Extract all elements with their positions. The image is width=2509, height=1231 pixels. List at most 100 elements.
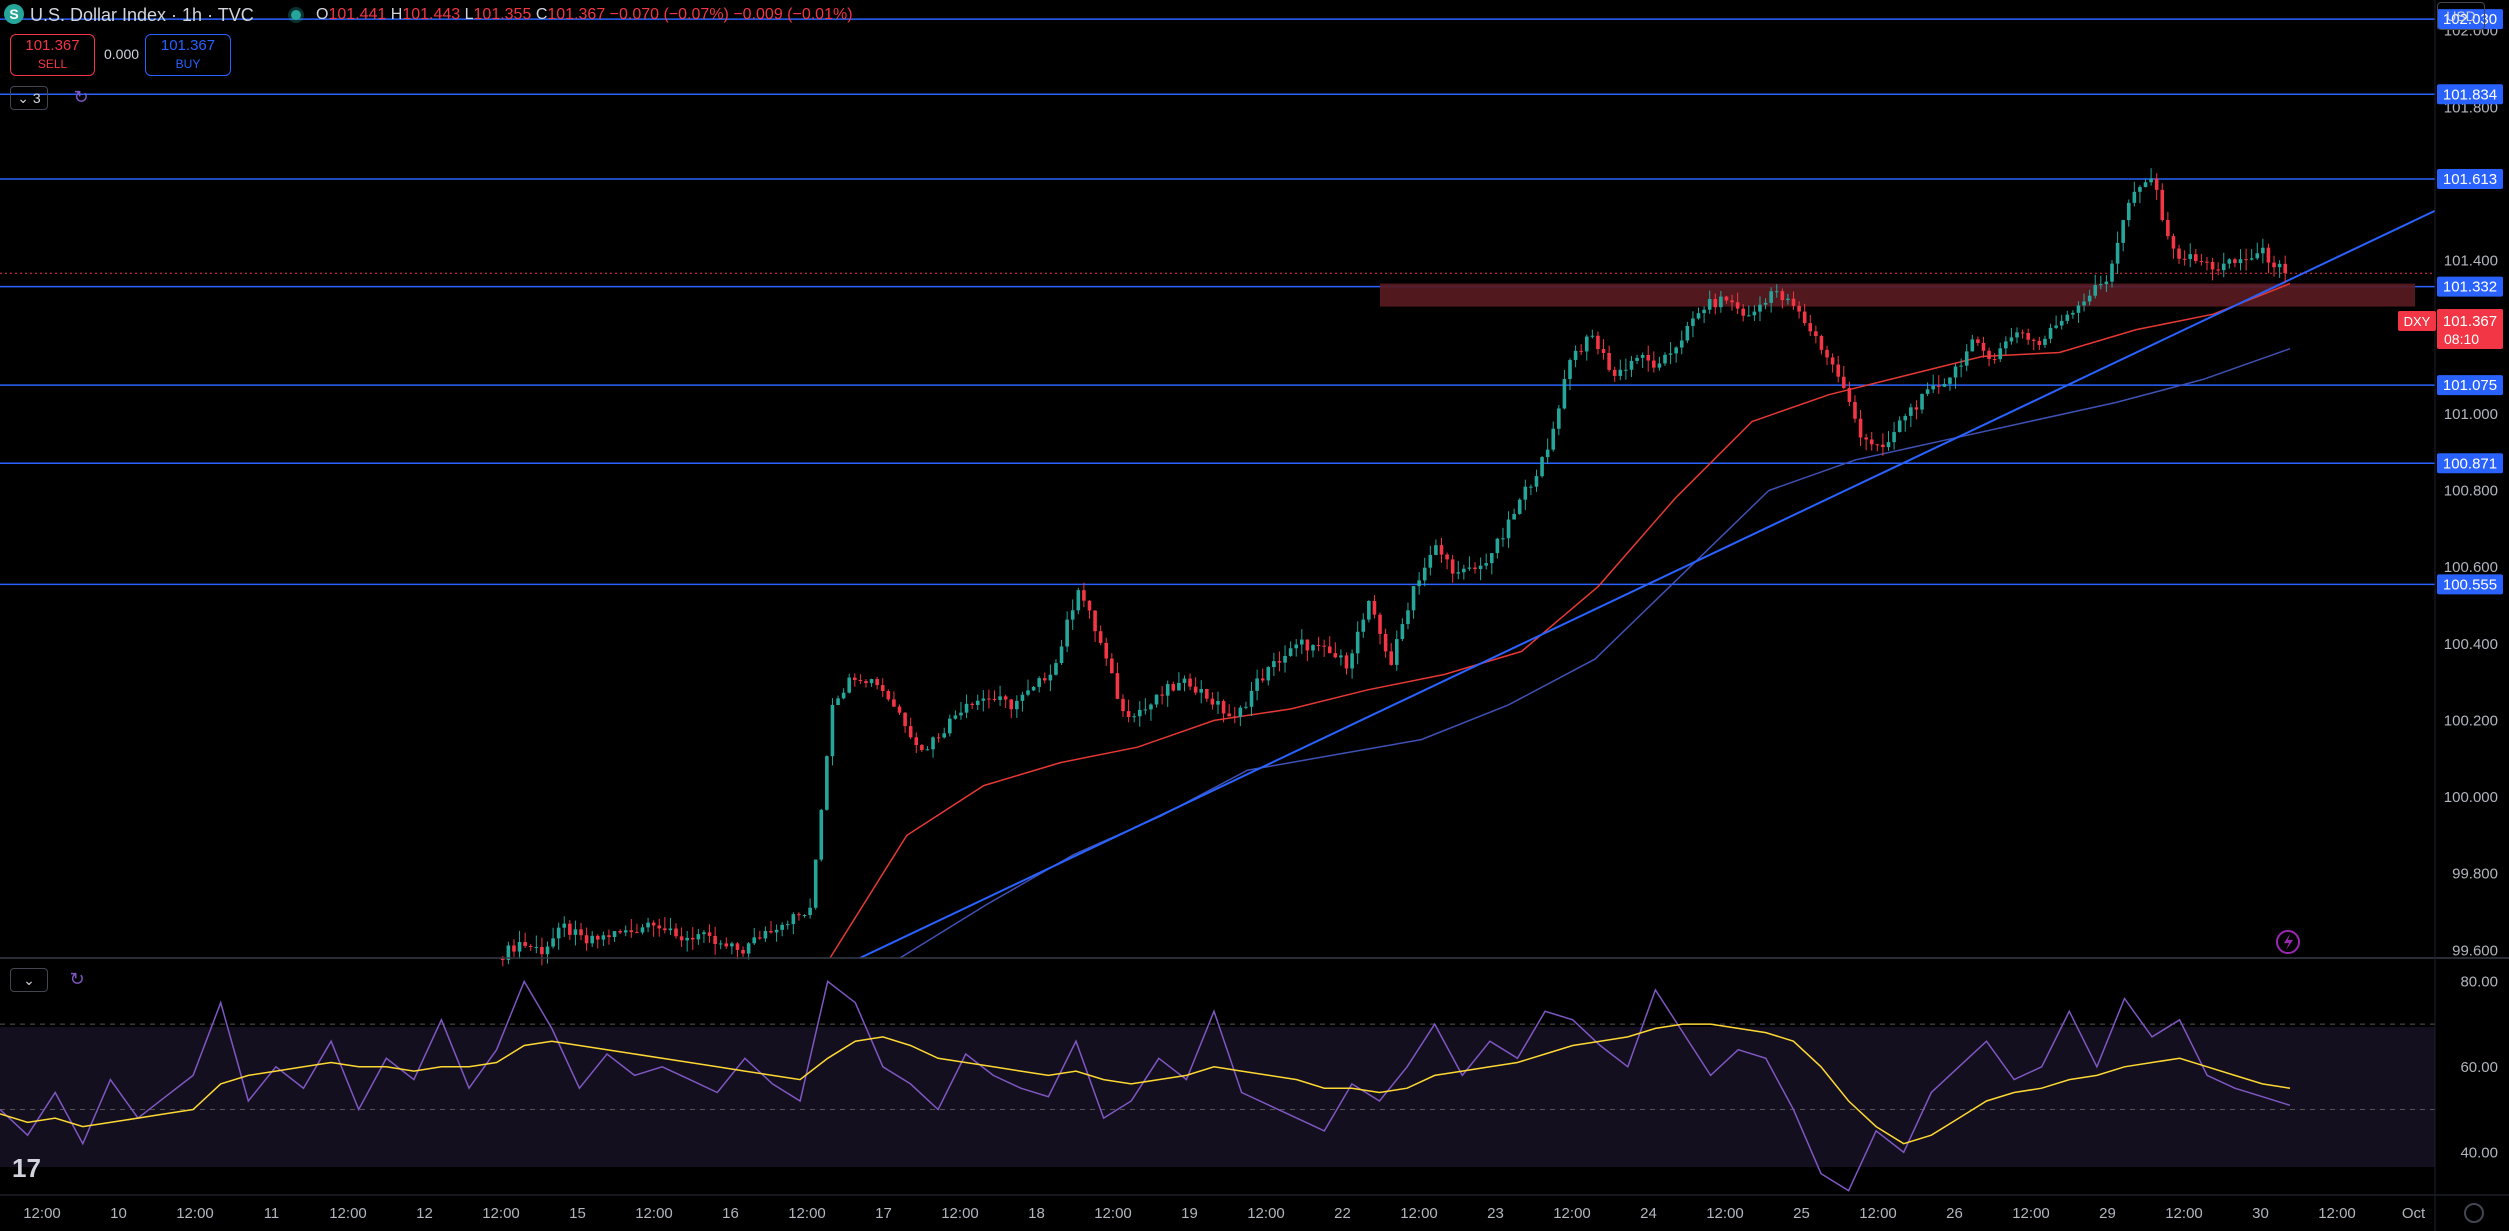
candle-body[interactable] [2104, 281, 2109, 285]
candle-body[interactable] [1249, 690, 1254, 707]
candle-body[interactable] [1361, 619, 1366, 632]
candle-body[interactable] [1652, 360, 1656, 368]
candle-body[interactable] [668, 928, 673, 931]
candle-body[interactable] [2216, 269, 2220, 271]
candle-body[interactable] [1685, 325, 1690, 341]
candle-body[interactable] [556, 927, 561, 939]
candle-body[interactable] [1847, 387, 1852, 402]
candle-body[interactable] [1719, 296, 1723, 308]
candle-body[interactable] [830, 704, 835, 757]
candle-body[interactable] [948, 718, 952, 734]
candle-body[interactable] [1696, 313, 1701, 319]
candle-body[interactable] [808, 907, 812, 916]
candle-body[interactable] [1316, 645, 1321, 647]
market-status-icon[interactable] [291, 10, 301, 20]
candle-body[interactable] [2082, 301, 2086, 306]
candle-body[interactable] [1165, 684, 1170, 696]
candle-body[interactable] [1367, 600, 1371, 620]
candle-body[interactable] [1562, 379, 1567, 409]
candle-body[interactable] [584, 935, 589, 944]
candle-body[interactable] [1624, 369, 1628, 371]
candle-body[interactable] [1110, 658, 1114, 674]
candle-body[interactable] [607, 935, 611, 938]
candle-body[interactable] [1674, 347, 1678, 354]
candle-body[interactable] [1629, 360, 1634, 370]
candle-body[interactable] [1473, 567, 1477, 570]
candle-body[interactable] [1774, 291, 1779, 293]
candle-body[interactable] [1909, 407, 1913, 416]
candle-body[interactable] [1355, 631, 1360, 654]
candle-body[interactable] [1925, 389, 1930, 394]
candle-body[interactable] [1612, 369, 1617, 376]
candle-body[interactable] [1003, 696, 1008, 700]
candle-body[interactable] [2020, 332, 2025, 334]
candle-body[interactable] [2026, 332, 2030, 340]
candle-body[interactable] [2132, 191, 2137, 203]
candle-body[interactable] [730, 943, 734, 947]
candle-body[interactable] [517, 942, 522, 952]
candle-body[interactable] [545, 946, 550, 955]
candle-body[interactable] [1115, 673, 1120, 699]
candle-body[interactable] [1573, 350, 1578, 361]
candle-body[interactable] [618, 931, 622, 933]
price-chart[interactable]: 102.000101.800101.600101.400101.200101.0… [0, 0, 2509, 1231]
candle-body[interactable] [1730, 300, 1734, 303]
candle-body[interactable] [1020, 694, 1025, 701]
candle-body[interactable] [579, 929, 583, 936]
candle-body[interactable] [847, 677, 852, 693]
candle-body[interactable] [1411, 586, 1416, 611]
tradingview-logo[interactable]: 17 [12, 1153, 41, 1184]
candle-body[interactable] [2004, 341, 2008, 349]
candle-body[interactable] [970, 703, 974, 705]
candle-body[interactable] [1853, 401, 1857, 419]
candle-body[interactable] [635, 932, 639, 934]
candle-body[interactable] [2194, 254, 2198, 262]
candle-body[interactable] [2154, 178, 2159, 190]
candle-body[interactable] [573, 929, 578, 935]
candle-body[interactable] [1579, 350, 1583, 352]
candle-body[interactable] [1439, 545, 1444, 555]
candle-body[interactable] [1227, 713, 1231, 717]
candle-body[interactable] [1350, 653, 1354, 669]
candle-body[interactable] [735, 943, 740, 950]
candle-body[interactable] [908, 726, 913, 738]
candle-body[interactable] [964, 703, 969, 713]
candle-body[interactable] [1434, 545, 1438, 555]
candle-body[interactable] [2261, 247, 2265, 254]
candle-body[interactable] [1059, 646, 1064, 664]
candle-body[interactable] [936, 737, 941, 739]
candle-body[interactable] [2277, 263, 2282, 268]
candle-body[interactable] [2171, 236, 2176, 249]
candle-body[interactable] [1199, 689, 1204, 693]
candle-body[interactable] [1395, 639, 1399, 665]
candle-body[interactable] [975, 700, 980, 705]
candle-body[interactable] [1322, 645, 1326, 647]
candle-body[interactable] [528, 946, 533, 948]
candle-body[interactable] [2071, 312, 2075, 315]
candle-body[interactable] [1640, 355, 1645, 358]
candle-body[interactable] [763, 931, 768, 939]
candle-body[interactable] [1791, 298, 1796, 306]
candle-body[interactable] [2160, 189, 2165, 220]
candle-body[interactable] [1489, 553, 1494, 564]
candle-body[interactable] [718, 943, 723, 945]
candle-body[interactable] [568, 923, 572, 935]
candle-body[interactable] [2126, 202, 2131, 221]
candle-body[interactable] [1070, 610, 1075, 620]
candle-body[interactable] [1132, 716, 1136, 718]
candle-body[interactable] [1205, 689, 1209, 699]
candle-body[interactable] [2009, 337, 2014, 342]
candle-body[interactable] [1450, 559, 1455, 574]
candle-body[interactable] [1819, 336, 1824, 350]
candle-body[interactable] [897, 706, 902, 713]
candle-body[interactable] [892, 699, 896, 707]
candle-body[interactable] [713, 935, 717, 944]
candle-body[interactable] [2015, 332, 2019, 338]
candle-body[interactable] [853, 677, 857, 680]
candle-body[interactable] [1478, 565, 1483, 570]
candle-body[interactable] [1752, 311, 1757, 316]
candle-body[interactable] [562, 923, 567, 928]
candle-body[interactable] [2205, 261, 2209, 263]
candle-body[interactable] [1702, 309, 1706, 314]
candle-body[interactable] [1422, 567, 1427, 581]
